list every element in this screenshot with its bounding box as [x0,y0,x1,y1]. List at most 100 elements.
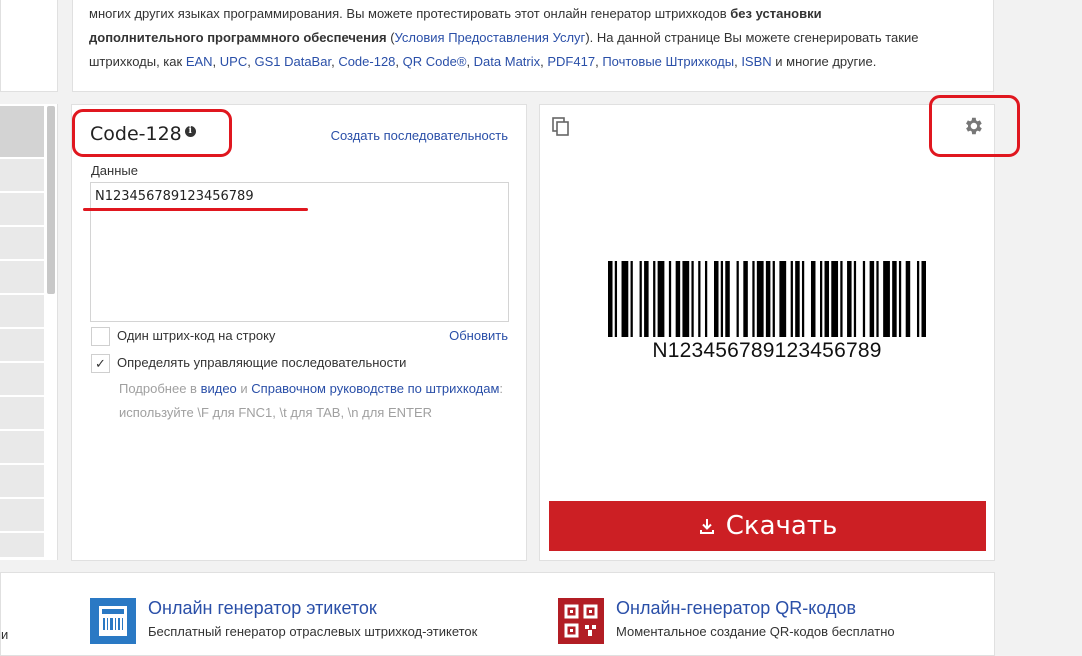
intro-line-1: многих других языках программирования. В… [89,6,727,21]
barcode-bar [621,261,629,337]
link-postal-barcodes[interactable]: Почтовые Штрихкоды [602,54,734,69]
barcode-bar [916,261,920,337]
barcode-bar [869,261,875,337]
download-button[interactable]: Скачать [549,501,986,551]
barcode-bar [743,261,748,337]
barcode-preview-panel: N123456789123456789 Скачать [539,104,995,561]
sidebar-item[interactable] [0,533,44,558]
intro-text: многих других языках программирования. В… [72,0,994,92]
barcode-bar [847,261,852,337]
barcode-bar [862,261,866,337]
intro-bold-2: дополнительного программного обеспечения [89,30,387,45]
link-data-matrix[interactable]: Data Matrix [474,54,540,69]
update-link[interactable]: Обновить [449,328,508,343]
barcode-bar [639,261,642,337]
link-code-128[interactable]: Code-128 [338,54,395,69]
barcode-bar [675,261,681,337]
barcode-bar [608,261,613,337]
barcode-bar [892,261,897,337]
qr-generator-desc: Моментальное создание QR-кодов бесплатно [616,624,895,639]
barcode-bar [765,261,771,337]
qr-code-icon [558,598,604,644]
sidebar-item[interactable] [0,363,44,396]
link-isbn[interactable]: ISBN [741,54,771,69]
sidebar-item[interactable] [0,227,44,260]
barcode-bar [921,261,926,337]
barcode-bar [795,261,800,337]
sidebar-item[interactable] [0,106,44,158]
barcode-bar [876,261,879,337]
sidebar-scrollbar[interactable] [47,106,55,294]
link-pdf417[interactable]: PDF417 [547,54,595,69]
related-products-bar: и Онлайн генератор этикеток Бесплатный г… [0,572,995,656]
create-sequence-link[interactable]: Создать последовательность [331,128,508,143]
barcode-bar [691,261,694,337]
link-qr-code[interactable]: QR Code® [403,54,467,69]
label-icon [90,598,136,644]
barcode-bar [810,261,816,337]
label-generator-title[interactable]: Онлайн генератор этикеток [148,598,377,619]
sidebar-item[interactable] [0,295,44,328]
barcode-bar [698,261,701,337]
barcode-bar [820,261,823,337]
one-per-line-label: Один штрих-код на строку [117,327,276,343]
barcode-bar [853,261,857,337]
sidebar-item[interactable] [0,159,44,192]
video-link[interactable]: видео [201,381,237,396]
sidebar-item[interactable] [0,261,44,294]
copy-icon[interactable] [552,117,570,137]
barcode-bar [790,261,793,337]
barcode-bar [704,261,708,337]
annotation-data-underline [83,208,308,211]
download-icon [699,519,714,534]
annotation-symbology-circle [72,109,232,157]
terms-link[interactable]: Условия Предоставления Услуг [395,30,586,45]
barcode-image [608,261,926,337]
escape-sequences-checkbox[interactable]: ✓ [91,354,110,373]
barcode-bar [840,261,843,337]
barcode-bar [752,261,755,337]
data-label: Данные [91,163,138,178]
link-ean[interactable]: EAN [186,54,213,69]
qr-generator-title[interactable]: Онлайн-генератор QR-кодов [616,598,856,619]
barcode-bar [831,261,839,337]
barcode-bar [824,261,830,337]
escape-sequences-label: Определять управляющие последовательност… [117,354,407,370]
barcode-bar [725,261,730,337]
barcode-bar [883,261,890,337]
symbology-sidebar [0,104,58,560]
barcode-bar [682,261,690,337]
barcode-settings-panel: Code-128 i Создать последовательность Дан… [71,104,527,561]
sidebar-item[interactable] [0,193,44,226]
sidebar-item[interactable] [0,431,44,464]
barcode-bar [801,261,805,337]
sidebar-item[interactable] [0,465,44,498]
one-per-line-checkbox[interactable] [91,327,110,346]
guide-link[interactable]: Справочном руководстве по штрихкодам [251,381,499,396]
barcode-bar [668,261,672,337]
barcode-bar [614,261,618,337]
barcode-bar [653,261,656,337]
sidebar-item[interactable] [0,329,44,362]
top-left-panel [0,0,58,92]
link-upc[interactable]: UPC [220,54,247,69]
barcode-bar [720,261,724,337]
sidebar-item[interactable] [0,397,44,430]
label-generator-desc: Бесплатный генератор отраслевых штрихкод… [148,624,478,639]
barcode-bar [714,261,719,337]
barcode-bar [756,261,764,337]
barcode-bar [736,261,739,337]
barcode-bar [772,261,775,337]
truncated-text: и [1,627,9,642]
barcode-human-readable: N123456789123456789 [652,339,882,362]
data-input[interactable] [90,182,509,322]
link-gs1-databar[interactable]: GS1 DataBar [254,54,331,69]
barcode-bar [644,261,649,337]
sidebar-item[interactable] [0,499,44,532]
barcode-bar [657,261,665,337]
escape-hint: Подробнее в видео и Справочном руководст… [119,381,504,420]
barcode-bar [779,261,787,337]
one-per-line-row: Один штрих-код на строку [91,327,275,346]
intro-bold-1: без установки [730,6,822,21]
escape-sequences-row: ✓ Определять управляющие последовательнос… [91,354,406,373]
